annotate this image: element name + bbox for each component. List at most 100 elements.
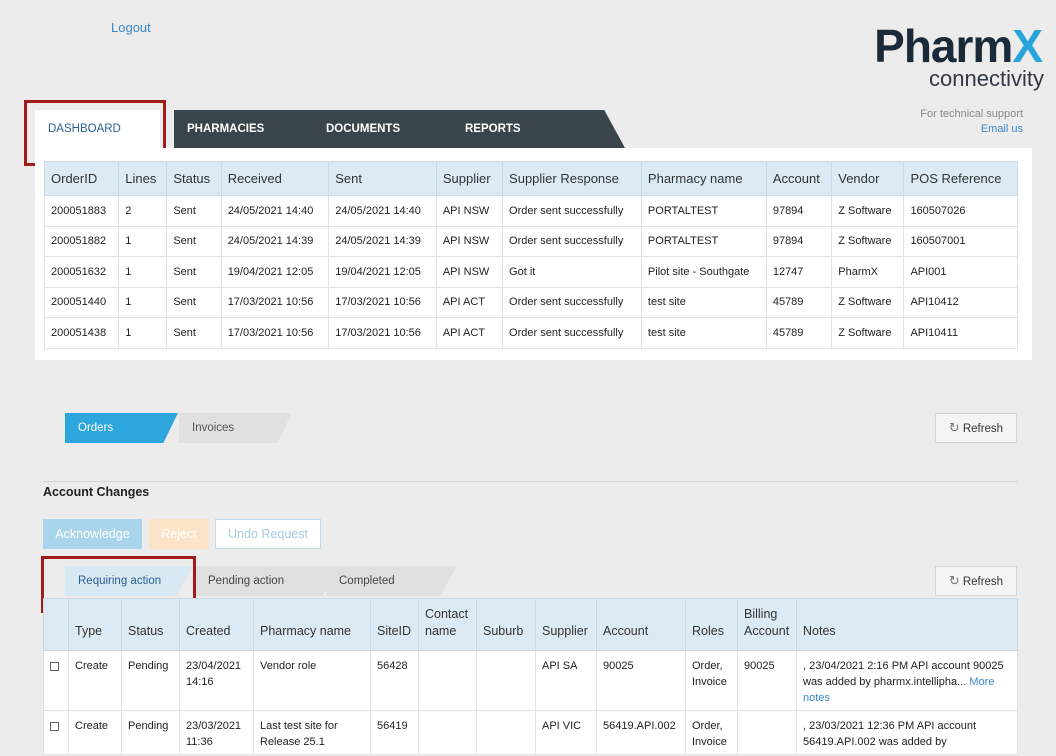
logo-x-text: X [1012, 20, 1043, 72]
table-cell: Sent [166, 317, 222, 349]
tab-reports[interactable]: REPORTS [452, 110, 625, 148]
subtab-completed[interactable]: Completed [326, 566, 457, 596]
pharmx-logo: PharmX connectivity [852, 22, 1052, 94]
subtab-pending-action[interactable]: Pending action [195, 566, 341, 596]
table-row[interactable]: 200051883 2 Sent 24/05/2021 14:40 24/05/2021… [43, 195, 1018, 227]
table-cell: 160507001 [903, 225, 1018, 257]
cell-notes: , 23/03/2021 12:36 PM API account 56419.… [796, 710, 1018, 755]
col-sent[interactable]: Sent [328, 161, 437, 196]
table-cell: Sent [166, 286, 222, 318]
table-cell: test site [640, 286, 767, 318]
subtab-requiring-action[interactable]: Requiring action [65, 566, 193, 596]
table-cell: 17/03/2021 10:56 [220, 317, 330, 349]
col-account[interactable]: Account [765, 161, 833, 196]
cell-pharmacy: Last test site for Release 25.1 [253, 710, 371, 755]
table-cell: 1 [118, 225, 168, 257]
table-cell: Sent [166, 195, 222, 227]
table-row[interactable]: 200051440 1 Sent 17/03/2021 10:56 17/03/2021… [43, 286, 1018, 318]
table-cell: 24/05/2021 14:40 [328, 195, 437, 227]
table-cell: 1 [118, 256, 168, 288]
table-cell: Pilot site - Southgate [640, 256, 767, 288]
table-row[interactable]: 200051632 1 Sent 19/04/2021 12:05 19/04/2021… [43, 256, 1018, 288]
table-cell: 97894 [765, 225, 833, 257]
orders-panel: OrderID Lines Status Received Sent Suppl… [35, 148, 1032, 360]
row-checkbox[interactable] [50, 662, 59, 671]
table-cell: Got it [502, 256, 642, 288]
list-item: Create Pending 23/03/2021 11:36 Last test s… [43, 710, 1018, 755]
row-checkbox-cell [43, 710, 69, 755]
cell-created: 23/04/2021 14:16 [179, 650, 254, 711]
table-cell: 19/04/2021 12:05 [328, 256, 437, 288]
col-status[interactable]: Status [166, 161, 222, 196]
undo-request-button[interactable]: Undo Request [215, 519, 321, 549]
cell-contact [418, 650, 477, 711]
row-checkbox[interactable] [50, 722, 59, 731]
col-pharmacy-name[interactable]: Pharmacy name [640, 161, 767, 196]
col-lines[interactable]: Lines [118, 161, 168, 196]
table-cell: API ACT [435, 317, 504, 349]
table-row[interactable]: 200051438 1 Sent 17/03/2021 10:56 17/03/2021… [43, 317, 1018, 349]
col-account[interactable]: Account [596, 598, 686, 651]
account-changes-refresh-button[interactable]: ↻ Refresh [935, 566, 1017, 596]
table-cell: Sent [166, 256, 222, 288]
col-vendor[interactable]: Vendor [831, 161, 905, 196]
table-cell: test site [640, 317, 767, 349]
account-changes-header-row: Type Status Created Pharmacy name SiteID… [43, 598, 1018, 651]
table-cell: API NSW [435, 195, 504, 227]
table-cell: 200051882 [43, 225, 120, 257]
table-cell: 200051632 [43, 256, 120, 288]
col-supplier[interactable]: Supplier [435, 161, 504, 196]
col-suburb[interactable]: Suburb [476, 598, 536, 651]
account-changes-table: Type Status Created Pharmacy name SiteID… [43, 598, 1018, 755]
table-cell: API10412 [903, 286, 1018, 318]
table-cell: 2 [118, 195, 168, 227]
cell-created: 23/03/2021 11:36 [179, 710, 254, 755]
subtab-invoices[interactable]: Invoices [179, 413, 292, 443]
table-cell: API001 [903, 256, 1018, 288]
email-us-link[interactable]: Email us [920, 122, 1023, 137]
notes-text: , 23/03/2021 12:36 PM API account 56419.… [803, 720, 977, 748]
acknowledge-button[interactable]: Acknowledge [43, 519, 142, 549]
col-pos-reference[interactable]: POS Reference [903, 161, 1018, 196]
reject-button[interactable]: Reject [149, 519, 209, 549]
col-roles[interactable]: Roles [685, 598, 738, 651]
col-received[interactable]: Received [220, 161, 330, 196]
col-supplier-response[interactable]: Supplier Response [502, 161, 642, 196]
cell-siteid: 56419 [370, 710, 419, 755]
cell-roles: Order, Invoice [685, 650, 738, 711]
list-item: Create Pending 23/04/2021 14:16 Vendor role… [43, 650, 1018, 711]
cell-type: Create [68, 710, 122, 755]
cell-contact [418, 710, 477, 755]
table-cell: PORTALTEST [640, 195, 767, 227]
col-notes[interactable]: Notes [796, 598, 1018, 651]
table-cell: API NSW [435, 225, 504, 257]
table-cell: API NSW [435, 256, 504, 288]
cell-status: Pending [121, 710, 180, 755]
orders-table: OrderID Lines Status Received Sent Suppl… [43, 161, 1018, 349]
cell-siteid: 56428 [370, 650, 419, 711]
col-billing-account[interactable]: Billing Account [737, 598, 797, 651]
col-status[interactable]: Status [121, 598, 180, 651]
logout-link[interactable]: Logout [111, 20, 151, 35]
table-row[interactable]: 200051882 1 Sent 24/05/2021 14:39 24/05/2021… [43, 225, 1018, 257]
col-supplier[interactable]: Supplier [535, 598, 597, 651]
col-type[interactable]: Type [68, 598, 122, 651]
table-cell: 12747 [765, 256, 833, 288]
col-pharmacy-name[interactable]: Pharmacy name [253, 598, 371, 651]
table-cell: PORTALTEST [640, 225, 767, 257]
col-created[interactable]: Created [179, 598, 254, 651]
col-orderid[interactable]: OrderID [43, 161, 120, 196]
cell-type: Create [68, 650, 122, 711]
cell-billing [737, 710, 797, 755]
logo-main-text: Pharm [874, 20, 1013, 72]
subtab-orders[interactable]: Orders [65, 413, 178, 443]
col-siteid[interactable]: SiteID [370, 598, 419, 651]
tab-dashboard[interactable]: DASHBOARD [35, 110, 160, 148]
refresh-label: Refresh [962, 423, 1004, 435]
table-cell: 200051438 [43, 317, 120, 349]
col-contact-name[interactable]: Contact name [418, 598, 477, 651]
refresh-label: Refresh [962, 576, 1004, 588]
orders-refresh-button[interactable]: ↻ Refresh [935, 413, 1017, 443]
table-cell: 97894 [765, 195, 833, 227]
cell-pharmacy: Vendor role [253, 650, 371, 711]
